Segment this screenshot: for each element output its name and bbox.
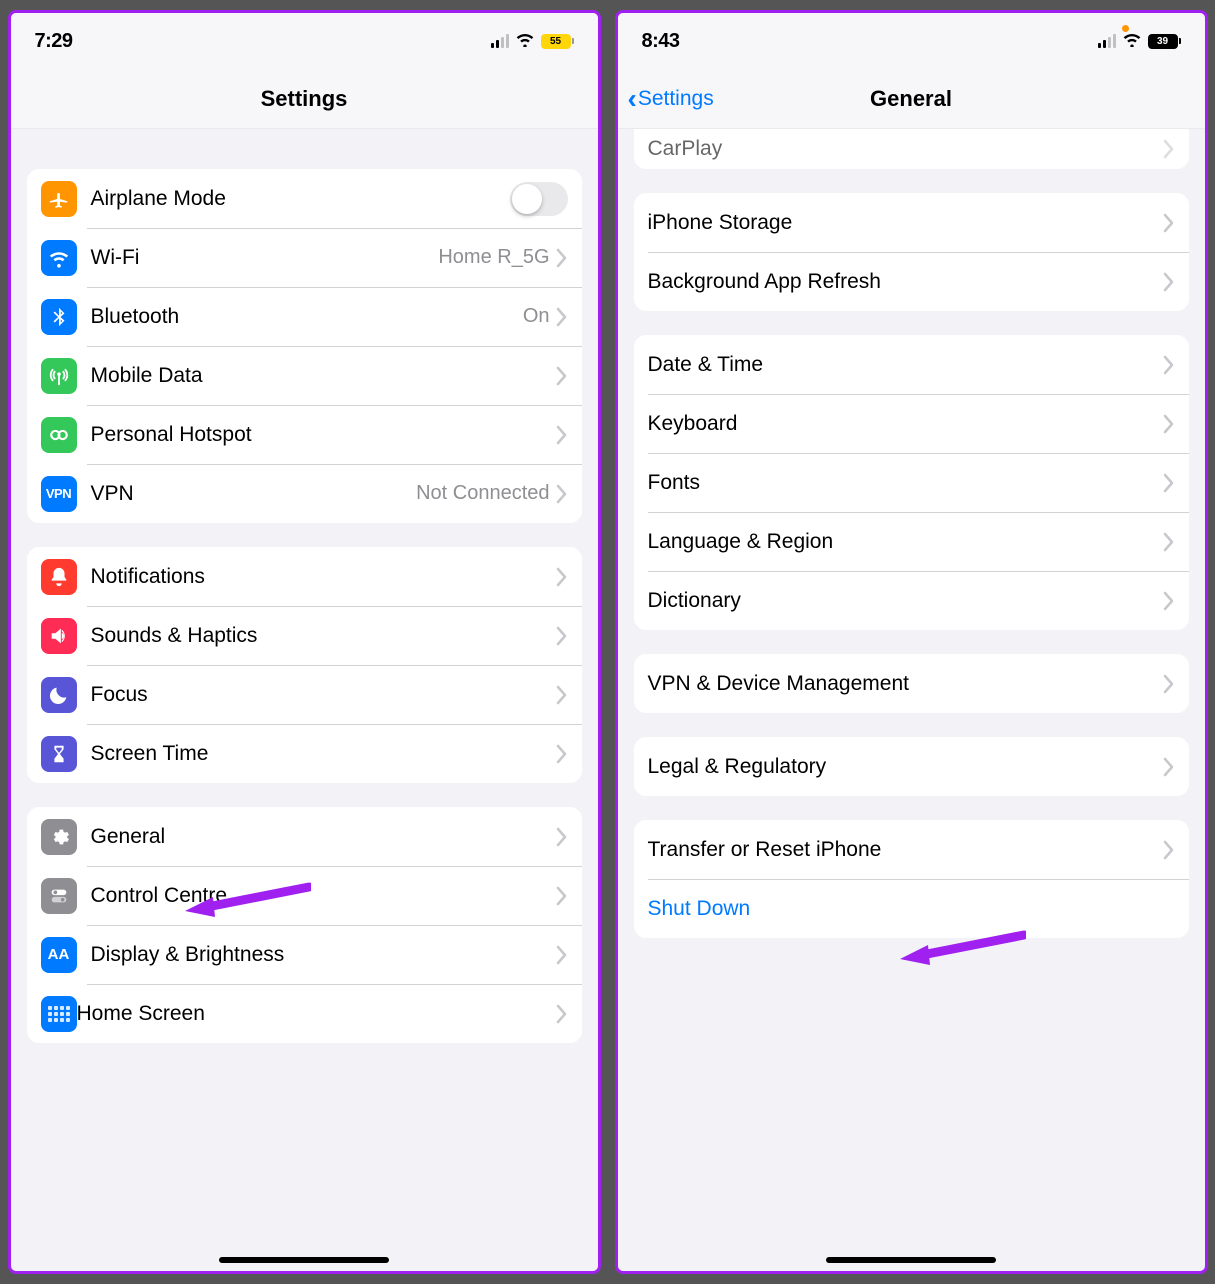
row-background-app-refresh[interactable]: Background App Refresh [634, 252, 1189, 311]
row-mobile-data[interactable]: Mobile Data [27, 346, 582, 405]
wifi-value: Home R_5G [438, 246, 549, 269]
row-language-region[interactable]: Language & Region [634, 512, 1189, 571]
moon-icon [41, 677, 77, 713]
row-wifi[interactable]: Wi-Fi Home R_5G [27, 228, 582, 287]
chevron-right-icon [556, 685, 568, 705]
home-indicator[interactable] [219, 1257, 389, 1263]
phone-general: 8:43 39 ‹ Settings General CarPlay iPhon… [615, 10, 1208, 1274]
wifi-icon [1122, 31, 1142, 52]
app-grid-icon [41, 996, 77, 1032]
row-vpn[interactable]: VPN VPN Not Connected [27, 464, 582, 523]
chevron-right-icon [556, 827, 568, 847]
row-dictionary[interactable]: Dictionary [634, 571, 1189, 630]
chevron-right-icon [1163, 757, 1175, 777]
bluetooth-value: On [523, 305, 550, 328]
chevron-right-icon [556, 886, 568, 906]
back-button[interactable]: ‹ Settings [628, 87, 714, 111]
hourglass-icon [41, 736, 77, 772]
chevron-right-icon [1163, 213, 1175, 233]
chevron-right-icon [1163, 355, 1175, 375]
row-screen-time[interactable]: Screen Time [27, 724, 582, 783]
antenna-icon [41, 358, 77, 394]
text-size-icon: AA [41, 937, 77, 973]
row-keyboard[interactable]: Keyboard [634, 394, 1189, 453]
chevron-right-icon [556, 484, 568, 504]
chevron-right-icon [556, 1004, 568, 1024]
airplane-icon [41, 181, 77, 217]
row-transfer-reset-iphone[interactable]: Transfer or Reset iPhone [634, 820, 1189, 879]
chevron-right-icon [1163, 591, 1175, 611]
row-focus[interactable]: Focus [27, 665, 582, 724]
row-sounds-haptics[interactable]: Sounds & Haptics [27, 606, 582, 665]
chevron-right-icon [556, 425, 568, 445]
switches-icon [41, 878, 77, 914]
vpn-icon: VPN [41, 476, 77, 512]
tutorial-arrow-icon [181, 881, 311, 921]
cellular-signal-icon [1098, 34, 1116, 48]
chevron-right-icon [1163, 272, 1175, 292]
row-bluetooth[interactable]: Bluetooth On [27, 287, 582, 346]
status-bar: 8:43 39 [618, 13, 1205, 69]
status-time: 7:29 [35, 30, 73, 53]
tutorial-arrow-icon [896, 929, 1026, 969]
wifi-settings-icon [41, 240, 77, 276]
hotspot-icon [41, 417, 77, 453]
speaker-icon [41, 618, 77, 654]
cellular-signal-icon [491, 34, 509, 48]
chevron-right-icon [556, 307, 568, 327]
nav-header: ‹ Settings General [618, 69, 1205, 129]
battery-icon: 39 [1148, 34, 1181, 49]
wifi-icon [515, 31, 535, 52]
chevron-right-icon [1163, 840, 1175, 860]
row-carplay[interactable]: CarPlay [634, 129, 1189, 169]
nav-header: Settings [11, 69, 598, 129]
row-vpn-device-management[interactable]: VPN & Device Management [634, 654, 1189, 713]
chevron-right-icon [1163, 414, 1175, 434]
chevron-right-icon [556, 945, 568, 965]
row-legal-regulatory[interactable]: Legal & Regulatory [634, 737, 1189, 796]
status-time: 8:43 [642, 30, 680, 53]
row-date-time[interactable]: Date & Time [634, 335, 1189, 394]
row-airplane-mode[interactable]: Airplane Mode [27, 169, 582, 228]
chevron-right-icon [1163, 473, 1175, 493]
row-iphone-storage[interactable]: iPhone Storage [634, 193, 1189, 252]
row-home-screen[interactable]: Home Screen [27, 984, 582, 1043]
row-fonts[interactable]: Fonts [634, 453, 1189, 512]
row-notifications[interactable]: Notifications [27, 547, 582, 606]
bluetooth-icon [41, 299, 77, 335]
chevron-right-icon [556, 248, 568, 268]
row-general[interactable]: General [27, 807, 582, 866]
notifications-icon [41, 559, 77, 595]
airplane-toggle[interactable] [510, 182, 568, 216]
gear-icon [41, 819, 77, 855]
privacy-dot-icon [1122, 25, 1129, 32]
vpn-value: Not Connected [416, 482, 549, 505]
row-display-brightness[interactable]: AA Display & Brightness [27, 925, 582, 984]
chevron-right-icon [1163, 139, 1175, 159]
status-bar: 7:29 55 [11, 13, 598, 69]
chevron-right-icon [556, 744, 568, 764]
home-indicator[interactable] [826, 1257, 996, 1263]
chevron-right-icon [1163, 674, 1175, 694]
page-title: General [870, 86, 952, 112]
page-title: Settings [261, 86, 348, 112]
chevron-right-icon [556, 626, 568, 646]
chevron-right-icon [556, 567, 568, 587]
chevron-right-icon [556, 366, 568, 386]
phone-settings: 7:29 55 Settings Airplane Mode Wi-Fi Hom… [8, 10, 601, 1274]
chevron-right-icon [1163, 532, 1175, 552]
battery-icon: 55 [541, 34, 574, 49]
row-personal-hotspot[interactable]: Personal Hotspot [27, 405, 582, 464]
